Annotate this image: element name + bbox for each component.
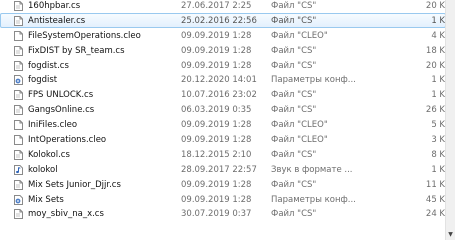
file-date-modified: 09.09.2019 1:28 (181, 135, 252, 146)
file-name: 160hpbar.cs (28, 1, 81, 11)
file-type: Файл "CS" (271, 209, 317, 220)
file-type: Файл "CLEO" (271, 30, 328, 41)
file-date-modified: 09.09.2019 1:28 (181, 194, 252, 205)
file-name: fogdist (28, 75, 58, 86)
file-type: Файл "CS" (271, 179, 317, 190)
file-size: 4 K (431, 30, 445, 41)
file-type: Звук в формате ... (271, 164, 353, 175)
file-type: Файл "CS" (271, 149, 317, 160)
file-size: 18 K (425, 45, 445, 56)
file-type: Файл "CS" (271, 15, 317, 26)
file-type: Файл "CLEO" (271, 120, 328, 131)
file-row[interactable]: fogdist 20.12.2020 14:01 Параметры конф.… (0, 72, 446, 87)
cs-file-icon (14, 60, 23, 71)
cs-file-icon (14, 209, 23, 220)
file-name: FPS UNLOCK.cs (28, 90, 94, 101)
file-row[interactable]: Antistealer.cs 25.02.2016 22:56 Файл "CS… (0, 12, 446, 28)
cs-file-icon (14, 149, 23, 160)
file-size: 3 K (431, 135, 445, 146)
file-size: 5 K (431, 120, 445, 131)
file-list: 160hpbar.cs 27.06.2017 2:25 Файл "CS" 20… (0, 0, 446, 221)
file-size: 45 K (425, 194, 445, 205)
file-icon (14, 120, 23, 131)
file-size: 1 K (431, 90, 445, 101)
file-row[interactable]: GangsOnline.cs 06.03.2019 0:35 Файл "CS"… (0, 102, 446, 117)
cs-file-icon (14, 179, 23, 190)
file-date-modified: 09.09.2019 1:28 (181, 120, 252, 131)
file-name: kolokol (28, 164, 58, 175)
file-row[interactable]: fogdist.cs 09.09.2019 1:28 Файл "CS" 20 … (0, 58, 446, 73)
file-size: 26 K (425, 105, 445, 116)
scroll-down-arrow-icon[interactable]: ▼ (447, 231, 454, 238)
file-date-modified: 30.07.2019 0:37 (181, 209, 252, 220)
file-row[interactable]: FixDIST by SR_team.cs 09.09.2019 1:28 Фа… (0, 43, 446, 58)
file-type: Параметры конф... (271, 194, 356, 205)
file-name: Kolokol.cs (28, 149, 70, 160)
file-row[interactable]: Mix Sets 09.09.2019 1:28 Параметры конф.… (0, 192, 446, 207)
file-name: FixDIST by SR_team.cs (28, 45, 125, 56)
file-row[interactable]: Kolokol.cs 18.12.2015 2:10 Файл "CS" 8 K (0, 147, 446, 162)
cs-file-icon (14, 105, 23, 116)
file-icon (14, 135, 23, 146)
file-size: 1 K (431, 75, 445, 86)
file-size: 1 K (431, 15, 445, 26)
file-date-modified: 28.09.2017 22:57 (181, 164, 257, 175)
file-icon (14, 30, 23, 41)
file-name: Antistealer.cs (28, 15, 86, 26)
cs-file-icon (14, 1, 23, 11)
file-size: 24 K (425, 209, 445, 220)
file-date-modified: 18.12.2015 2:10 (181, 149, 252, 160)
settings-file-icon (14, 75, 23, 86)
file-size: 20 K (425, 1, 445, 11)
file-date-modified: 20.12.2020 14:01 (181, 75, 257, 86)
file-row[interactable]: FPS UNLOCK.cs 10.07.2016 23:02 Файл "CS"… (0, 87, 446, 102)
file-row[interactable]: kolokol 28.09.2017 22:57 Звук в формате … (0, 162, 446, 177)
file-type: Файл "CS" (271, 45, 317, 56)
file-size: 8 K (431, 149, 445, 160)
file-date-modified: 09.09.2019 1:28 (181, 179, 252, 190)
file-date-modified: 09.09.2019 1:28 (181, 45, 252, 56)
file-type: Файл "CS" (271, 1, 317, 11)
file-row[interactable]: 160hpbar.cs 27.06.2017 2:25 Файл "CS" 20… (0, 0, 446, 13)
file-name: IniFiles.cleo (28, 120, 78, 131)
file-type: Файл "CLEO" (271, 135, 328, 146)
file-type: Файл "CS" (271, 60, 317, 71)
file-size: 1 K (431, 164, 445, 175)
file-name: IntOperations.cleo (28, 135, 107, 146)
file-type: Параметры конф... (271, 75, 356, 86)
file-type: Файл "CS" (271, 90, 317, 101)
file-row[interactable]: Mix Sets Junior_Djjr.cs 09.09.2019 1:28 … (0, 177, 446, 192)
file-size: 20 K (425, 60, 445, 71)
file-date-modified: 09.09.2019 1:28 (181, 30, 252, 41)
file-name: Mix Sets (28, 194, 64, 205)
file-row[interactable]: moy_sbiv_na_x.cs 30.07.2019 0:37 Файл "C… (0, 206, 446, 221)
file-date-modified: 06.03.2019 0:35 (181, 105, 252, 116)
file-type: Файл "CS" (271, 105, 317, 116)
file-date-modified: 27.06.2017 2:25 (181, 1, 252, 11)
file-row[interactable]: FileSystemOperations.cleo 09.09.2019 1:2… (0, 28, 446, 43)
file-name: moy_sbiv_na_x.cs (28, 209, 104, 220)
file-row[interactable]: IntOperations.cleo 09.09.2019 1:28 Файл … (0, 132, 446, 147)
cs-file-icon (14, 45, 23, 56)
file-name: fogdist.cs (28, 60, 69, 71)
file-name: GangsOnline.cs (28, 105, 95, 116)
file-row[interactable]: IniFiles.cleo 09.09.2019 1:28 Файл "CLEO… (0, 117, 446, 132)
cs-file-icon (14, 15, 23, 26)
cs-file-icon (14, 90, 23, 101)
vertical-scrollbar[interactable]: ▼ (445, 0, 455, 240)
file-date-modified: 10.07.2016 23:02 (181, 90, 257, 101)
audio-file-icon (14, 164, 23, 175)
file-date-modified: 09.09.2019 1:28 (181, 60, 252, 71)
file-size: 11 K (425, 179, 445, 190)
file-name: FileSystemOperations.cleo (28, 30, 141, 41)
file-name: Mix Sets Junior_Djjr.cs (28, 179, 121, 190)
settings-file-icon (14, 194, 23, 205)
file-date-modified: 25.02.2016 22:56 (181, 15, 257, 26)
